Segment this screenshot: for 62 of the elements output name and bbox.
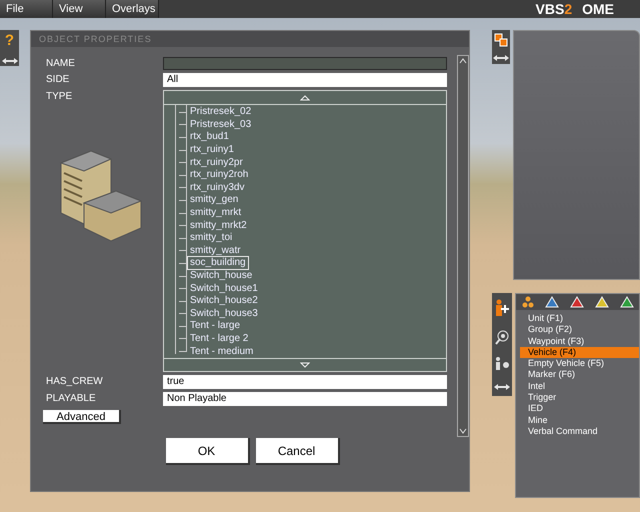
text-field[interactable]: Non Playable [163, 392, 447, 406]
tree-item[interactable]: Switch_house1 [187, 282, 261, 296]
triangle-icon[interactable] [570, 296, 584, 308]
tree-item[interactable]: Switch_house [187, 269, 256, 284]
resize-arrows-icon[interactable] [493, 55, 509, 61]
tree-item[interactable]: rtx_ruiny1 [187, 143, 237, 158]
insert-menu-item[interactable]: Verbal Command [520, 426, 639, 438]
tree-item[interactable]: rtx_ruiny2pr [187, 156, 246, 170]
help-icon[interactable]: ? [4, 32, 14, 50]
advanced-button[interactable]: Advanced [43, 410, 121, 424]
text-field[interactable]: All [163, 73, 447, 87]
tree-item[interactable]: Tent - large [187, 319, 244, 334]
menu-item[interactable]: Overlays [106, 0, 159, 18]
logo-text: VBS2 [536, 0, 572, 18]
insert-menu-item[interactable]: Unit (F1) [520, 313, 639, 324]
tree-item[interactable]: Tent - large 2 [187, 332, 252, 346]
person-add-icon[interactable] [494, 298, 510, 317]
field-label: TYPE [46, 90, 74, 103]
layers-icon[interactable] [494, 33, 508, 47]
text-field[interactable] [163, 57, 447, 70]
logo-text: OME [582, 0, 614, 18]
insert-menu-item[interactable]: Empty Vehicle (F5) [520, 358, 639, 370]
dialog-button[interactable]: Cancel [256, 438, 340, 465]
tree-item[interactable]: smitty_watr [187, 244, 244, 258]
resize-arrows-icon[interactable] [2, 58, 18, 64]
menu-item[interactable]: File [0, 0, 53, 18]
tree-item[interactable]: rtx_bud1 [187, 130, 232, 144]
insert-menu-item[interactable]: Waypoint (F3) [520, 336, 639, 347]
menu-item[interactable]: View [53, 0, 106, 18]
dialog-button[interactable]: OK [166, 438, 250, 465]
insert-menu-item[interactable]: Intel [520, 380, 639, 392]
insert-menu-item[interactable]: Trigger [520, 392, 639, 404]
triangle-icon[interactable] [620, 296, 634, 308]
field-label: HAS_CREW [46, 375, 104, 389]
field-label: NAME [46, 57, 76, 70]
tree-item[interactable]: soc_building [187, 256, 249, 270]
insert-menu-item[interactable]: Marker (F6) [520, 369, 639, 381]
dialog-title: OBJECT PROPERTIES [31, 31, 469, 47]
tree-item[interactable]: smitty_gen [187, 193, 242, 208]
tree-item[interactable]: Switch_house2 [187, 294, 261, 308]
tree-item[interactable]: smitty_mrkt [187, 206, 244, 220]
triangle-icon[interactable] [594, 296, 608, 308]
tree-item[interactable]: rtx_ruiny3dv [187, 180, 248, 195]
tree-item[interactable]: Tent - medium [187, 344, 256, 359]
tree-item[interactable]: smitty_toi [187, 231, 236, 246]
chevron-up-icon[interactable] [458, 56, 468, 66]
field-label: SIDE [46, 73, 70, 87]
tree-item[interactable]: rtx_ruiny2roh [187, 168, 252, 182]
insert-menu-item[interactable]: Vehicle (F4) [520, 346, 639, 358]
insert-menu-item[interactable]: Group (F2) [520, 324, 639, 336]
resize-arrows-icon[interactable] [494, 384, 510, 390]
insert-menu-item[interactable]: IED [520, 403, 639, 415]
scrollbar[interactable] [457, 55, 469, 437]
insert-menu-item[interactable]: Mine [520, 414, 639, 426]
chevron-down-icon[interactable] [458, 426, 468, 436]
tree-item[interactable]: smitty_mrkt2 [187, 218, 250, 233]
tree-item[interactable]: Pristresek_02 [187, 105, 254, 120]
field-label: PLAYABLE [46, 392, 97, 406]
tree-item[interactable]: Switch_house3 [187, 306, 261, 321]
text-field[interactable]: true [163, 375, 447, 389]
tree-item[interactable]: Pristresek_03 [187, 118, 254, 132]
triangle-icon[interactable] [544, 296, 558, 308]
